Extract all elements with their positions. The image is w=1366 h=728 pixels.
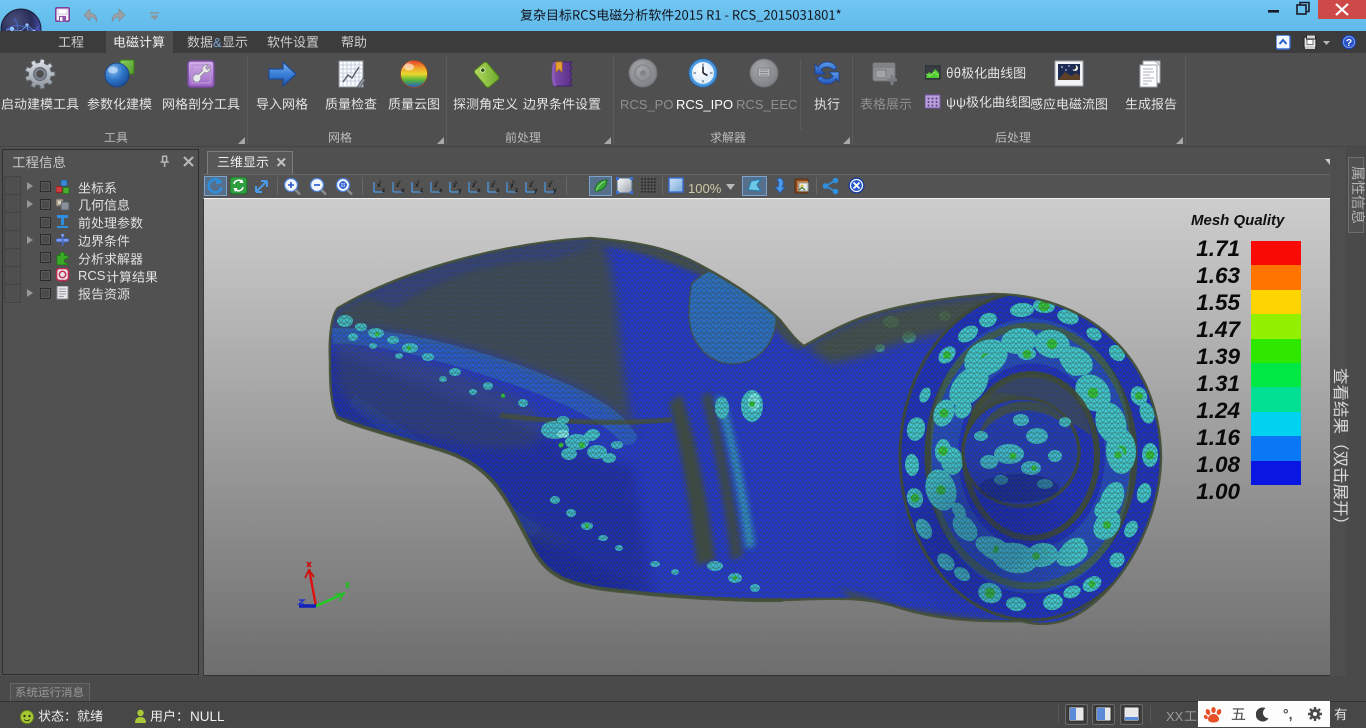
svg-text:y: y bbox=[553, 187, 557, 194]
svg-text:x: x bbox=[439, 187, 443, 194]
svg-text:x: x bbox=[496, 187, 500, 194]
svg-text:x: x bbox=[477, 187, 481, 194]
svg-text:y: y bbox=[512, 180, 515, 186]
svg-text:y: y bbox=[550, 180, 553, 186]
svg-text:y: y bbox=[417, 180, 420, 186]
svg-text:y: y bbox=[493, 180, 496, 186]
svg-text:z: z bbox=[382, 187, 386, 194]
svg-text:y: y bbox=[379, 180, 382, 186]
svg-text:y: y bbox=[534, 187, 538, 194]
svg-text:z: z bbox=[420, 187, 424, 194]
svg-text:x: x bbox=[401, 187, 405, 194]
svg-text:y: y bbox=[398, 180, 401, 186]
svg-text:y: y bbox=[436, 180, 439, 186]
svg-text:y: y bbox=[474, 180, 477, 186]
svg-text:y: y bbox=[458, 187, 462, 194]
svg-text:y: y bbox=[455, 180, 458, 186]
svg-text:?: ? bbox=[1346, 37, 1352, 49]
svg-text:z: z bbox=[515, 187, 519, 194]
svg-text:y: y bbox=[531, 180, 534, 186]
